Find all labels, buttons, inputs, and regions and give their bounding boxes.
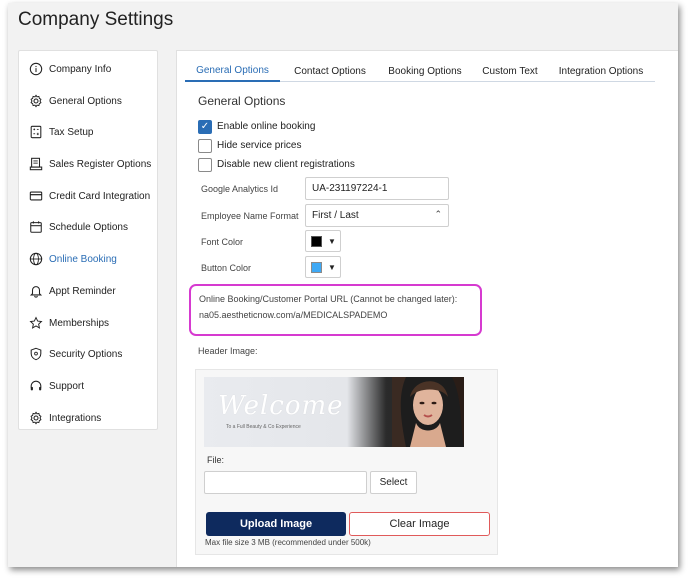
enable-online-booking-option[interactable]: ✓ Enable online booking <box>198 119 315 134</box>
main-panel: General Options Contact Options Booking … <box>176 50 678 567</box>
sidebar-item-label: Appt Reminder <box>49 285 116 297</box>
sidebar-item-label: Support <box>49 380 85 392</box>
sidebar-item-label: Tax Setup <box>49 126 94 138</box>
select-file-button[interactable]: Select <box>370 471 417 494</box>
sidebar-item-memberships[interactable]: Memberships <box>29 313 155 333</box>
sidebar-item-online-booking[interactable]: Online Booking <box>29 249 155 269</box>
gear-icon <box>29 411 43 425</box>
sidebar-item-schedule-options[interactable]: Schedule Options <box>29 217 155 237</box>
tab-general-options[interactable]: General Options <box>185 60 280 82</box>
globe-icon <box>29 252 43 266</box>
tab-contact-options[interactable]: Contact Options <box>285 60 375 82</box>
register-icon <box>29 157 43 171</box>
star-icon <box>29 316 43 330</box>
analytics-id-input[interactable]: UA-231197224-1 <box>305 177 449 200</box>
header-image-label: Header Image: <box>198 346 258 356</box>
gear-icon <box>29 94 43 108</box>
max-file-size-note: Max file size 3 MB (recommended under 50… <box>205 538 371 547</box>
sidebar-item-label: Company Info <box>49 63 112 75</box>
sidebar-item-appt-reminder[interactable]: Appt Reminder <box>29 281 155 301</box>
sidebar-item-label: Security Options <box>49 348 123 360</box>
sidebar-item-label: Memberships <box>49 317 110 329</box>
portal-url-highlight: Online Booking/Customer Portal URL (Cann… <box>189 284 482 336</box>
checkbox-label: Enable online booking <box>217 121 316 132</box>
headset-icon <box>29 379 43 393</box>
sidebar-item-support[interactable]: Support <box>29 376 155 396</box>
caret-down-icon: ▼ <box>328 262 336 272</box>
sidebar-item-general-options[interactable]: General Options <box>29 91 155 111</box>
portal-url-value: na05.aestheticnow.com/a/MEDICALSPADEMO <box>199 310 388 320</box>
enable-online-booking-checkbox[interactable]: ✓ <box>198 119 212 134</box>
calculator-icon <box>29 125 43 139</box>
selected-value: First / Last <box>312 210 359 221</box>
button-color-picker[interactable]: ▼ <box>305 256 341 278</box>
checkbox-label: Disable new client registrations <box>217 159 355 170</box>
employee-name-format-select[interactable]: First / Last ⌃ <box>305 204 449 227</box>
hide-service-prices-checkbox[interactable] <box>198 138 212 153</box>
file-input[interactable] <box>204 471 367 494</box>
clear-image-button[interactable]: Clear Image <box>349 512 490 536</box>
portrait-image <box>392 377 464 447</box>
analytics-label: Google Analytics Id <box>201 184 279 194</box>
font-color-picker[interactable]: ▼ <box>305 230 341 252</box>
bell-icon <box>29 284 43 298</box>
section-title: General Options <box>198 94 286 108</box>
font-color-label: Font Color <box>201 237 244 247</box>
sidebar-item-tax-setup[interactable]: Tax Setup <box>29 122 155 142</box>
sidebar-item-security-options[interactable]: Security Options <box>29 344 155 364</box>
tab-integration-options[interactable]: Integration Options <box>551 60 651 82</box>
caret-down-icon: ▼ <box>328 236 336 246</box>
page-title: Company Settings <box>18 9 174 30</box>
sidebar-item-sales-register-options[interactable]: Sales Register Options <box>29 154 155 174</box>
employee-format-label: Employee Name Format <box>201 211 299 221</box>
header-image-preview: Welcome To a Full Beauty & Co Experience <box>204 377 464 447</box>
sidebar-item-label: Online Booking <box>49 253 117 265</box>
sidebar: Company Info General Options Tax Setup S… <box>18 50 158 430</box>
shield-icon <box>29 347 43 361</box>
sidebar-item-label: Credit Card Integration <box>49 190 151 202</box>
sidebar-item-company-info[interactable]: Company Info <box>29 59 155 79</box>
credit-card-icon <box>29 189 43 203</box>
sidebar-item-label: Sales Register Options <box>49 158 152 170</box>
info-icon <box>29 62 43 76</box>
hide-service-prices-option[interactable]: Hide service prices <box>198 138 301 153</box>
chevron-updown-icon: ⌃ <box>434 209 442 219</box>
sidebar-item-label: Integrations <box>49 412 102 424</box>
tab-bar: General Options Contact Options Booking … <box>185 60 655 82</box>
settings-window: Company Settings Company Info General Op… <box>8 3 678 567</box>
disable-new-client-registrations-checkbox[interactable] <box>198 157 212 172</box>
button-color-label: Button Color <box>201 263 252 273</box>
banner-title: Welcome <box>218 391 344 421</box>
sidebar-item-credit-card-integration[interactable]: Credit Card Integration <box>29 186 155 206</box>
portal-url-label: Online Booking/Customer Portal URL (Cann… <box>199 294 458 304</box>
upload-image-button[interactable]: Upload Image <box>206 512 346 536</box>
file-label: File: <box>207 455 225 465</box>
banner-subtitle: To a Full Beauty & Co Experience <box>226 424 301 430</box>
header-image-panel: Welcome To a Full Beauty & Co Experience… <box>195 369 498 555</box>
calendar-icon <box>29 220 43 234</box>
button-color-swatch <box>311 261 322 273</box>
disable-new-client-registrations-option[interactable]: Disable new client registrations <box>198 157 355 172</box>
tab-custom-text[interactable]: Custom Text <box>475 60 545 82</box>
checkbox-label: Hide service prices <box>217 140 302 151</box>
sidebar-item-integrations[interactable]: Integrations <box>29 408 155 428</box>
tab-booking-options[interactable]: Booking Options <box>381 60 469 82</box>
sidebar-item-label: Schedule Options <box>49 221 128 233</box>
font-color-swatch <box>311 235 322 247</box>
sidebar-item-label: General Options <box>49 95 122 107</box>
